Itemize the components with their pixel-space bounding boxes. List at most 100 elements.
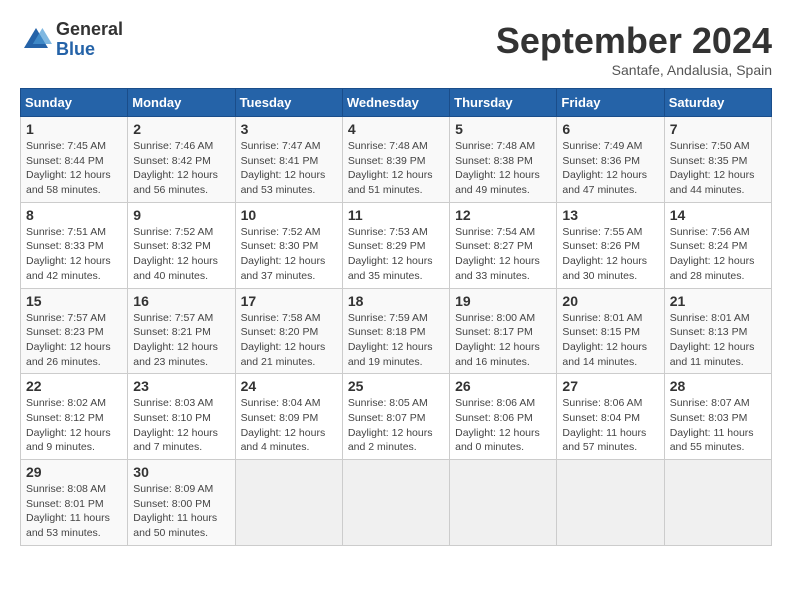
day-info: Sunrise: 7:51 AM Sunset: 8:33 PM Dayligh… <box>26 225 122 284</box>
calendar-day-cell <box>342 460 449 546</box>
day-number: 22 <box>26 378 122 394</box>
day-info: Sunrise: 7:48 AM Sunset: 8:39 PM Dayligh… <box>348 139 444 198</box>
title-block: September 2024 Santafe, Andalusia, Spain <box>496 20 772 78</box>
day-info: Sunrise: 7:58 AM Sunset: 8:20 PM Dayligh… <box>241 311 337 370</box>
calendar-day-cell <box>235 460 342 546</box>
day-of-week-header: Monday <box>128 89 235 117</box>
day-info: Sunrise: 7:56 AM Sunset: 8:24 PM Dayligh… <box>670 225 766 284</box>
day-number: 23 <box>133 378 229 394</box>
day-number: 3 <box>241 121 337 137</box>
calendar-day-cell: 27 Sunrise: 8:06 AM Sunset: 8:04 PM Dayli… <box>557 374 664 460</box>
calendar-day-cell: 11Sunrise: 7:53 AM Sunset: 8:29 PM Dayli… <box>342 202 449 288</box>
day-number: 11 <box>348 207 444 223</box>
day-info: Sunrise: 7:49 AM Sunset: 8:36 PM Dayligh… <box>562 139 658 198</box>
calendar-day-cell: 29 Sunrise: 8:08 AM Sunset: 8:01 PM Dayli… <box>21 460 128 546</box>
day-number: 1 <box>26 121 122 137</box>
day-info: Sunrise: 8:04 AM Sunset: 8:09 PM Dayligh… <box>241 396 337 455</box>
calendar-day-cell: 20Sunrise: 8:01 AM Sunset: 8:15 PM Dayli… <box>557 288 664 374</box>
day-info: Sunrise: 8:05 AM Sunset: 8:07 PM Dayligh… <box>348 396 444 455</box>
calendar-day-cell: 17 Sunrise: 7:58 AM Sunset: 8:20 PM Dayli… <box>235 288 342 374</box>
day-number: 7 <box>670 121 766 137</box>
month-title: September 2024 <box>496 20 772 62</box>
day-number: 5 <box>455 121 551 137</box>
logo: General Blue <box>20 20 123 60</box>
day-of-week-header: Sunday <box>21 89 128 117</box>
day-number: 25 <box>348 378 444 394</box>
calendar-week-row: 15Sunrise: 7:57 AM Sunset: 8:23 PM Dayli… <box>21 288 772 374</box>
calendar-day-cell <box>557 460 664 546</box>
day-number: 15 <box>26 293 122 309</box>
day-number: 2 <box>133 121 229 137</box>
calendar-day-cell: 22Sunrise: 8:02 AM Sunset: 8:12 PM Dayli… <box>21 374 128 460</box>
day-info: Sunrise: 8:08 AM Sunset: 8:01 PM Dayligh… <box>26 482 122 541</box>
calendar-week-row: 1 Sunrise: 7:45 AM Sunset: 8:44 PM Daylig… <box>21 117 772 203</box>
day-number: 9 <box>133 207 229 223</box>
day-info: Sunrise: 7:45 AM Sunset: 8:44 PM Dayligh… <box>26 139 122 198</box>
calendar-day-cell: 30 Sunrise: 8:09 AM Sunset: 8:00 PM Dayli… <box>128 460 235 546</box>
day-of-week-header: Wednesday <box>342 89 449 117</box>
day-info: Sunrise: 8:06 AM Sunset: 8:06 PM Dayligh… <box>455 396 551 455</box>
day-info: Sunrise: 7:52 AM Sunset: 8:32 PM Dayligh… <box>133 225 229 284</box>
calendar-day-cell: 2 Sunrise: 7:46 AM Sunset: 8:42 PM Daylig… <box>128 117 235 203</box>
day-of-week-header: Tuesday <box>235 89 342 117</box>
calendar-day-cell: 25 Sunrise: 8:05 AM Sunset: 8:07 PM Dayli… <box>342 374 449 460</box>
day-of-week-header: Friday <box>557 89 664 117</box>
day-number: 19 <box>455 293 551 309</box>
day-number: 16 <box>133 293 229 309</box>
day-info: Sunrise: 8:09 AM Sunset: 8:00 PM Dayligh… <box>133 482 229 541</box>
calendar-day-cell: 5 Sunrise: 7:48 AM Sunset: 8:38 PM Daylig… <box>450 117 557 203</box>
day-number: 8 <box>26 207 122 223</box>
day-info: Sunrise: 8:01 AM Sunset: 8:15 PM Dayligh… <box>562 311 658 370</box>
day-of-week-header: Thursday <box>450 89 557 117</box>
day-info: Sunrise: 7:57 AM Sunset: 8:21 PM Dayligh… <box>133 311 229 370</box>
calendar-day-cell: 26Sunrise: 8:06 AM Sunset: 8:06 PM Dayli… <box>450 374 557 460</box>
calendar-day-cell: 7 Sunrise: 7:50 AM Sunset: 8:35 PM Daylig… <box>664 117 771 203</box>
day-info: Sunrise: 8:00 AM Sunset: 8:17 PM Dayligh… <box>455 311 551 370</box>
day-number: 29 <box>26 464 122 480</box>
day-number: 27 <box>562 378 658 394</box>
calendar-day-cell: 10 Sunrise: 7:52 AM Sunset: 8:30 PM Dayli… <box>235 202 342 288</box>
logo-text: General Blue <box>56 20 123 60</box>
day-number: 18 <box>348 293 444 309</box>
calendar-day-cell: 24 Sunrise: 8:04 AM Sunset: 8:09 PM Dayli… <box>235 374 342 460</box>
day-number: 4 <box>348 121 444 137</box>
day-info: Sunrise: 7:54 AM Sunset: 8:27 PM Dayligh… <box>455 225 551 284</box>
calendar-day-cell: 12 Sunrise: 7:54 AM Sunset: 8:27 PM Dayli… <box>450 202 557 288</box>
logo-general-text: General <box>56 20 123 40</box>
day-number: 30 <box>133 464 229 480</box>
calendar-day-cell: 4 Sunrise: 7:48 AM Sunset: 8:39 PM Daylig… <box>342 117 449 203</box>
calendar-week-row: 8 Sunrise: 7:51 AM Sunset: 8:33 PM Daylig… <box>21 202 772 288</box>
logo-blue-text: Blue <box>56 40 123 60</box>
day-number: 28 <box>670 378 766 394</box>
calendar-header-row: SundayMondayTuesdayWednesdayThursdayFrid… <box>21 89 772 117</box>
calendar-table: SundayMondayTuesdayWednesdayThursdayFrid… <box>20 88 772 546</box>
day-number: 17 <box>241 293 337 309</box>
day-number: 24 <box>241 378 337 394</box>
day-info: Sunrise: 8:07 AM Sunset: 8:03 PM Dayligh… <box>670 396 766 455</box>
day-info: Sunrise: 7:48 AM Sunset: 8:38 PM Dayligh… <box>455 139 551 198</box>
day-of-week-header: Saturday <box>664 89 771 117</box>
calendar-day-cell: 8 Sunrise: 7:51 AM Sunset: 8:33 PM Daylig… <box>21 202 128 288</box>
day-info: Sunrise: 7:46 AM Sunset: 8:42 PM Dayligh… <box>133 139 229 198</box>
calendar-day-cell: 14Sunrise: 7:56 AM Sunset: 8:24 PM Dayli… <box>664 202 771 288</box>
day-info: Sunrise: 7:50 AM Sunset: 8:35 PM Dayligh… <box>670 139 766 198</box>
page-header: General Blue September 2024 Santafe, And… <box>20 20 772 78</box>
calendar-day-cell: 6Sunrise: 7:49 AM Sunset: 8:36 PM Daylig… <box>557 117 664 203</box>
calendar-day-cell: 15Sunrise: 7:57 AM Sunset: 8:23 PM Dayli… <box>21 288 128 374</box>
day-info: Sunrise: 8:06 AM Sunset: 8:04 PM Dayligh… <box>562 396 658 455</box>
day-number: 21 <box>670 293 766 309</box>
calendar-day-cell: 3 Sunrise: 7:47 AM Sunset: 8:41 PM Daylig… <box>235 117 342 203</box>
day-info: Sunrise: 7:55 AM Sunset: 8:26 PM Dayligh… <box>562 225 658 284</box>
calendar-week-row: 22Sunrise: 8:02 AM Sunset: 8:12 PM Dayli… <box>21 374 772 460</box>
calendar-day-cell: 9 Sunrise: 7:52 AM Sunset: 8:32 PM Daylig… <box>128 202 235 288</box>
day-info: Sunrise: 7:47 AM Sunset: 8:41 PM Dayligh… <box>241 139 337 198</box>
calendar-day-cell: 21Sunrise: 8:01 AM Sunset: 8:13 PM Dayli… <box>664 288 771 374</box>
day-info: Sunrise: 7:52 AM Sunset: 8:30 PM Dayligh… <box>241 225 337 284</box>
day-number: 13 <box>562 207 658 223</box>
calendar-day-cell: 28 Sunrise: 8:07 AM Sunset: 8:03 PM Dayli… <box>664 374 771 460</box>
calendar-day-cell <box>450 460 557 546</box>
day-number: 12 <box>455 207 551 223</box>
calendar-day-cell: 13 Sunrise: 7:55 AM Sunset: 8:26 PM Dayli… <box>557 202 664 288</box>
day-number: 10 <box>241 207 337 223</box>
day-info: Sunrise: 8:03 AM Sunset: 8:10 PM Dayligh… <box>133 396 229 455</box>
